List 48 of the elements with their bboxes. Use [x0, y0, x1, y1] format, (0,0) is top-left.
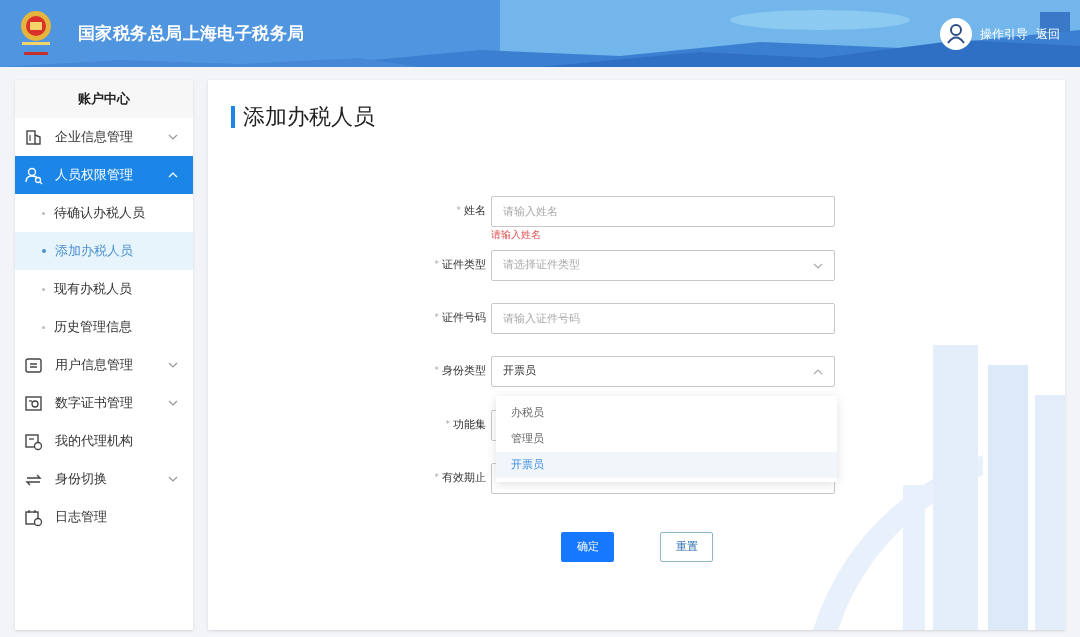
sidebar-item[interactable]: 数字证书管理 [15, 384, 193, 422]
chevron-icon [813, 262, 823, 269]
field-label: 功能集 [453, 417, 486, 433]
submenu-item[interactable]: 现有办税人员 [15, 270, 193, 308]
calendar-clock-icon [24, 507, 43, 527]
field-label: 有效期止 [442, 470, 486, 486]
chevron-icon [168, 476, 178, 482]
required-mark: * [434, 258, 439, 272]
submenu-item[interactable]: 历史管理信息 [15, 308, 193, 346]
sidebar-item[interactable]: 日志管理 [15, 498, 193, 536]
required-mark: * [445, 418, 450, 432]
site-title: 国家税务总局上海电子税务局 [78, 21, 305, 45]
error-message: 请输入姓名 [491, 228, 542, 242]
dropdown-option[interactable]: 管理员 [496, 426, 837, 452]
document-clock-icon [24, 431, 43, 451]
building-icon [24, 127, 43, 147]
sidebar-item[interactable]: 我的代理机构 [15, 422, 193, 460]
chevron-icon [168, 400, 178, 406]
chevron-icon [168, 172, 178, 178]
page-title: 添加办税人员 [243, 103, 375, 131]
sidebar-title: 账户中心 [78, 90, 130, 109]
submenu-item[interactable]: 待确认办税人员 [15, 194, 193, 232]
chevron-icon [168, 362, 178, 368]
dropdown-option[interactable]: 办税员 [496, 400, 837, 426]
input-field[interactable]: 请输入证件号码 [491, 303, 835, 334]
select-field[interactable]: 开票员 [491, 356, 835, 387]
field-label: 证件类型 [442, 257, 486, 273]
field-label: 身份类型 [442, 363, 486, 379]
reset-button[interactable]: 重置 [660, 532, 713, 562]
sidebar-item[interactable]: 企业信息管理 [15, 118, 193, 156]
sidebar-item[interactable]: 用户信息管理 [15, 346, 193, 384]
required-mark: * [434, 471, 439, 485]
certificate-icon [24, 393, 43, 413]
card-icon [24, 355, 43, 375]
sidebar-item[interactable]: 人员权限管理 [15, 156, 193, 194]
required-mark: * [434, 311, 439, 325]
field-label: 姓名 [464, 203, 486, 219]
required-mark: * [456, 204, 461, 218]
chevron-icon [168, 134, 178, 140]
header-link[interactable]: 返回 [1036, 24, 1060, 43]
input-field[interactable]: 请输入姓名 [491, 196, 835, 227]
user-search-icon [24, 165, 43, 185]
field-label: 证件号码 [442, 310, 486, 326]
chevron-icon [813, 368, 823, 375]
confirm-button[interactable]: 确定 [561, 532, 614, 562]
required-mark: * [434, 364, 439, 378]
sidebar-item[interactable]: 身份切换 [15, 460, 193, 498]
user-avatar-icon[interactable] [940, 17, 972, 50]
